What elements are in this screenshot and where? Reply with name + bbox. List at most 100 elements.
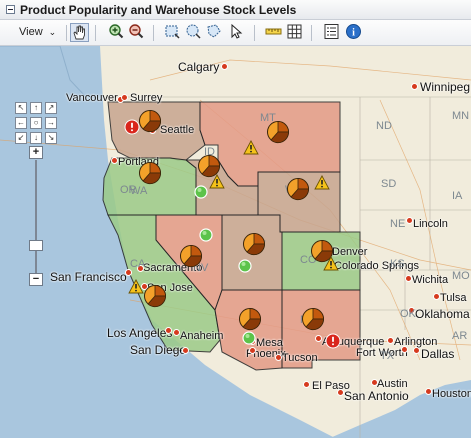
rect-select-icon — [165, 25, 180, 39]
circle-select-icon — [186, 24, 201, 39]
zoom-slider: + − — [29, 146, 45, 286]
zoom-in-button[interactable] — [107, 23, 126, 42]
city-dot — [121, 94, 128, 101]
collapse-toggle[interactable] — [6, 5, 15, 14]
city-label: Houston — [432, 388, 471, 400]
toolbar-separator — [311, 25, 312, 41]
zoom-out-icon — [129, 24, 144, 39]
polygon-select-icon — [207, 24, 221, 38]
distance-button[interactable] — [264, 23, 283, 42]
state-code-label: SD — [381, 178, 397, 190]
state-code-label: TX — [380, 350, 395, 362]
city-dot — [249, 347, 256, 354]
info-icon: i — [346, 24, 361, 39]
pan-northwest-button[interactable]: ↖ — [15, 102, 27, 114]
area-button[interactable] — [285, 23, 304, 42]
city-label: Seattle — [160, 124, 195, 136]
view-menu[interactable]: View ⌄ — [19, 26, 56, 38]
state-code-label: OK — [400, 308, 416, 320]
zoom-in-icon — [109, 24, 124, 39]
toolbar-separator — [66, 25, 67, 41]
rect-select-button[interactable] — [163, 23, 182, 42]
pan-southeast-button[interactable]: ↘ — [45, 132, 57, 144]
pan-north-button[interactable]: ↑ — [30, 102, 42, 114]
city-dot — [401, 346, 408, 353]
city-label: Tulsa — [440, 292, 467, 304]
city-dot — [371, 379, 378, 386]
state-code-label: CA — [130, 258, 146, 270]
city-dot — [406, 217, 413, 224]
pointer-select-button[interactable] — [226, 23, 245, 42]
city-dot — [405, 275, 412, 282]
city-label: Vancouver — [66, 92, 118, 104]
city-label: Los Angeles — [107, 326, 173, 340]
pan-southwest-button[interactable]: ↙ — [15, 132, 27, 144]
city-dot — [303, 381, 310, 388]
city-dot — [173, 329, 180, 336]
city-label: San Diego — [130, 343, 187, 357]
city-dot — [387, 337, 394, 344]
pan-east-button[interactable]: → — [45, 117, 57, 129]
city-dot — [413, 347, 420, 354]
city-label: Winnipeg — [420, 80, 471, 94]
state-code-label: AR — [452, 330, 468, 342]
toolbar-separator — [254, 25, 255, 41]
city-label: San Antonio — [344, 389, 409, 403]
hand-icon — [73, 25, 85, 40]
state-code-label: OR — [120, 184, 137, 196]
city-dot — [433, 293, 440, 300]
info-button[interactable]: i — [344, 23, 363, 42]
view-menu-label: View — [19, 26, 43, 38]
city-label: Anaheim — [180, 330, 224, 342]
window-title: Product Popularity and Warehouse Stock L… — [20, 3, 297, 17]
city-label: Colorado Springs — [334, 260, 419, 272]
pan-center-button[interactable]: ○ — [30, 117, 42, 129]
legend-button[interactable] — [322, 23, 341, 42]
city-label: San Francisco — [50, 270, 127, 284]
map-canvas[interactable]: ↖ ↑ ↗ ← ○ → ↙ ↓ ↘ + − Calgary Winnipeg Van… — [0, 46, 471, 438]
zoom-out-slider-button[interactable]: − — [29, 273, 43, 286]
state-code-label: MO — [452, 270, 470, 282]
city-dot — [111, 157, 118, 164]
zoom-track[interactable] — [35, 160, 37, 278]
circle-select-button[interactable] — [184, 23, 203, 42]
zoom-out-button[interactable] — [127, 23, 146, 42]
state-code-label: IA — [452, 190, 463, 202]
state-code-label: ND — [376, 120, 392, 132]
city-label: Lincoln — [413, 218, 448, 230]
window-titlebar: Product Popularity and Warehouse Stock L… — [0, 0, 471, 20]
zoom-in-slider-button[interactable]: + — [29, 146, 43, 159]
pan-south-button[interactable]: ↓ — [30, 132, 42, 144]
pan-tool-button[interactable] — [70, 23, 89, 42]
ruler-icon — [265, 28, 282, 35]
pan-northeast-button[interactable]: ↗ — [45, 102, 57, 114]
state-code-label: NE — [390, 218, 406, 230]
city-dot — [221, 63, 228, 70]
grid-icon — [287, 24, 302, 39]
city-dot — [315, 335, 322, 342]
state-code-label: KS — [390, 258, 405, 270]
city-dot — [411, 83, 418, 90]
legend-icon — [324, 24, 339, 39]
city-label: Calgary — [178, 60, 220, 74]
city-dot — [275, 354, 282, 361]
city-dot — [125, 269, 132, 276]
city-label: Dallas — [421, 347, 455, 361]
toolbar-separator — [153, 25, 154, 41]
city-label: Surrey — [130, 92, 163, 104]
polygon-select-button[interactable] — [205, 23, 224, 42]
pan-west-button[interactable]: ← — [15, 117, 27, 129]
chevron-down-icon: ⌄ — [48, 27, 57, 37]
city-dot — [425, 388, 432, 395]
city-dot — [165, 327, 172, 334]
city-dot — [337, 389, 344, 396]
city-label: Wichita — [412, 274, 449, 286]
zoom-thumb[interactable] — [29, 240, 43, 251]
city-label: Oklahoma City — [415, 307, 471, 321]
toolbar-separator — [95, 25, 96, 41]
state-code-label: MN — [452, 110, 470, 122]
map-toolbar: View ⌄ i — [0, 20, 471, 46]
city-label: Tucson — [282, 352, 318, 364]
svg-text:i: i — [352, 28, 355, 39]
pointer-icon — [231, 23, 243, 39]
